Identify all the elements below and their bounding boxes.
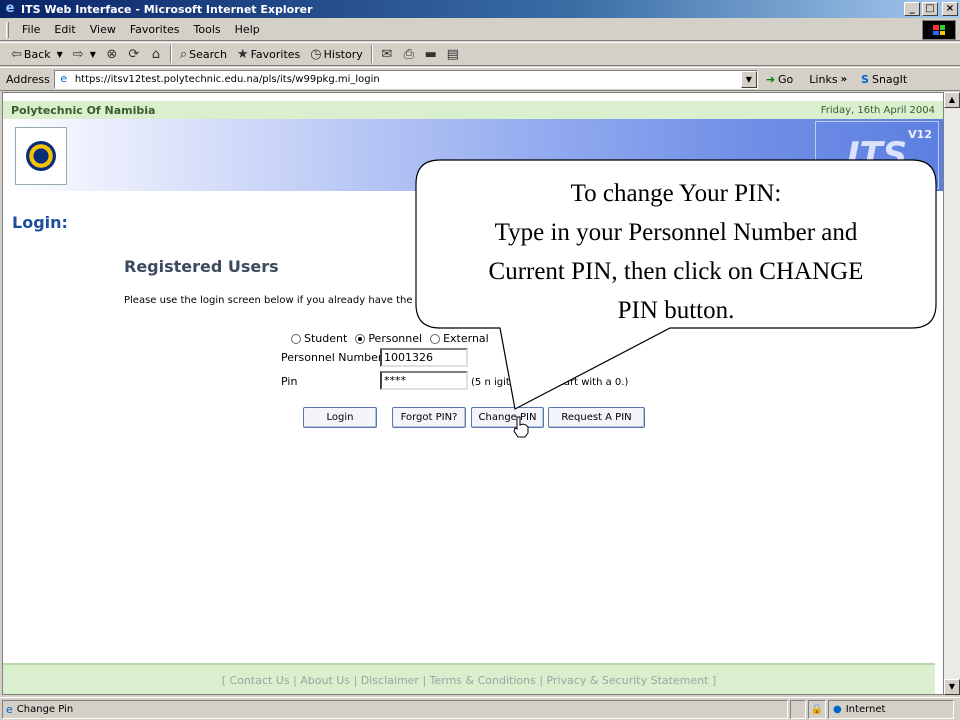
radio-personnel-circle[interactable] (355, 333, 366, 344)
radio-personnel[interactable]: Personnel (355, 332, 422, 345)
favorites-icon: ★ (236, 46, 249, 62)
snagit-button[interactable]: S SnagIt (861, 73, 907, 86)
menu-bar: File Edit View Favorites Tools Help (0, 19, 960, 41)
site-footer: [ Contact Us | About Us | Disclaimer | T… (3, 663, 935, 694)
menu-file[interactable]: File (15, 21, 47, 38)
site-header: Polytechnic Of Namibia Friday, 16th Apri… (3, 101, 943, 119)
pin-hint: (5 n igits.Do not start with a 0.) (471, 377, 629, 388)
menu-view[interactable]: View (83, 21, 123, 38)
search-button[interactable]: ⌕ Search (175, 44, 232, 64)
edit-icon[interactable]: ▬ (422, 45, 440, 63)
search-icon: ⌕ (179, 46, 188, 62)
polytechnic-crest-icon (15, 127, 67, 185)
site-banner: ITS V12 (3, 119, 943, 191)
scroll-up-icon[interactable]: ▲ (944, 92, 960, 108)
menu-favorites[interactable]: Favorites (123, 21, 187, 38)
links-button[interactable]: Links» (809, 73, 847, 86)
window-title: ITS Web Interface - Microsoft Internet E… (21, 2, 313, 16)
radio-student-circle[interactable] (291, 333, 301, 344)
change-pin-button[interactable]: Change PIN (471, 407, 544, 428)
back-dropdown-icon[interactable]: ▼ (57, 50, 63, 59)
footer-links[interactable]: [ Contact Us | About Us | Disclaimer | T… (222, 674, 717, 687)
security-zone-panel: ● Internet (828, 699, 954, 719)
registered-users-heading: Registered Users (124, 257, 279, 276)
request-pin-button[interactable]: Request A PIN (548, 407, 645, 428)
address-dropdown-icon[interactable]: ▼ (740, 70, 757, 88)
globe-icon: ● (833, 703, 842, 715)
address-label: Address (6, 72, 50, 86)
radio-student[interactable]: Student (291, 332, 347, 345)
forward-button[interactable]: ⇨ ▼ (68, 44, 101, 64)
snagit-icon: S (861, 72, 869, 86)
radio-external-circle[interactable] (430, 333, 441, 344)
login-button[interactable]: Login (303, 407, 377, 428)
pin-label: Pin (281, 375, 298, 388)
status-empty-panel (790, 699, 806, 719)
login-heading: Login: (12, 213, 68, 232)
menu-help[interactable]: Help (228, 21, 267, 38)
forgot-pin-button[interactable]: Forgot PIN? (392, 407, 466, 428)
user-type-radio-group: Student Personnel External (291, 332, 489, 345)
status-text-panel: e Change Pin (2, 699, 788, 719)
home-icon[interactable]: ⌂ (147, 45, 165, 63)
radio-external[interactable]: External (430, 332, 489, 345)
status-bar: e Change Pin 🔒 ● Internet (0, 697, 960, 720)
history-icon: ◷ (310, 46, 322, 62)
standard-toolbar: ⇦ Back ▼ ⇨ ▼ ⊗ ⟳ ⌂ ⌕ Search ★ Favorites ◷ Hist… (0, 42, 960, 66)
page-status-icon: e (6, 702, 13, 716)
registered-users-text: Please use the login screen below if you… (124, 295, 413, 306)
window-titlebar: e ITS Web Interface - Microsoft Internet… (0, 0, 960, 18)
forward-dropdown-icon[interactable]: ▼ (90, 50, 96, 59)
mail-icon[interactable]: ✉ (378, 45, 396, 63)
forward-arrow-icon: ⇨ (72, 46, 84, 62)
ie-logo-icon: e (5, 1, 15, 16)
back-button[interactable]: ⇦ Back ▼ (6, 44, 68, 64)
back-arrow-icon: ⇦ (11, 46, 22, 62)
go-arrow-icon: ➜ (765, 72, 776, 86)
menu-edit[interactable]: Edit (47, 21, 82, 38)
page-viewport: Polytechnic Of Namibia Friday, 16th Apri… (2, 92, 944, 695)
its-logo-icon: ITS V12 (815, 121, 939, 189)
close-button[interactable]: × (942, 2, 958, 16)
vertical-scrollbar[interactable]: ▲ ▼ (944, 92, 960, 695)
window-controls: _ □ × (904, 2, 958, 16)
menu-grip (6, 21, 9, 38)
page-icon: e (60, 72, 68, 85)
address-bar: Address e https://itsv12test.polytechnic… (0, 67, 960, 91)
chevron-right-icon: » (840, 73, 848, 85)
personnel-number-label: Personnel Number (281, 351, 383, 364)
windows-logo-icon (922, 20, 956, 40)
address-input[interactable]: e https://itsv12test.polytechnic.edu.na/… (53, 69, 758, 89)
status-text: Change Pin (16, 703, 74, 715)
scroll-down-icon[interactable]: ▼ (944, 679, 960, 695)
print-icon[interactable]: ⎙ (400, 45, 418, 63)
address-url: https://itsv12test.polytechnic.edu.na/pl… (74, 73, 380, 85)
site-name: Polytechnic Of Namibia (11, 103, 156, 117)
stop-icon[interactable]: ⊗ (103, 45, 121, 63)
toolbar-separator (370, 45, 373, 63)
discuss-icon[interactable]: ▤ (444, 45, 462, 63)
go-button[interactable]: ➜ Go (766, 73, 793, 86)
personnel-number-input[interactable]: 1001326 (380, 348, 468, 367)
menu-tools[interactable]: Tools (187, 21, 228, 38)
toolbar-separator (169, 45, 172, 63)
minimize-button[interactable]: _ (904, 2, 920, 16)
site-date: Friday, 16th April 2004 (820, 104, 935, 116)
history-button[interactable]: ◷ History (305, 44, 367, 64)
favorites-button[interactable]: ★ Favorites (232, 44, 305, 64)
lock-icon: 🔒 (808, 699, 826, 719)
maximize-button[interactable]: □ (922, 2, 938, 16)
security-zone: Internet (845, 703, 886, 715)
refresh-icon[interactable]: ⟳ (125, 45, 143, 63)
pin-input[interactable]: **** (380, 371, 468, 390)
